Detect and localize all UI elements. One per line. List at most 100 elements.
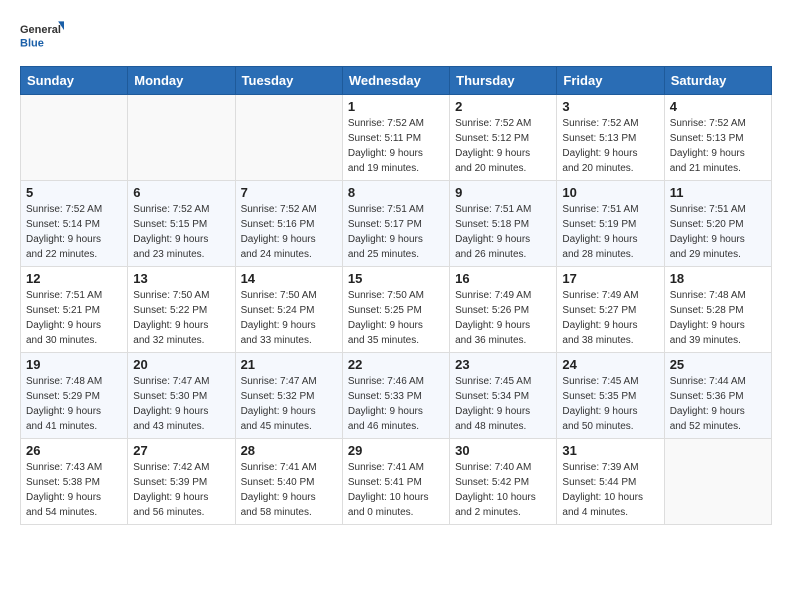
day-number: 25 bbox=[670, 357, 766, 372]
day-number: 26 bbox=[26, 443, 122, 458]
day-cell: 11Sunrise: 7:51 AMSunset: 5:20 PMDayligh… bbox=[664, 181, 771, 267]
day-cell: 5 Sunrise: 7:52 AMSunset: 5:14 PMDaylight… bbox=[21, 181, 128, 267]
weekday-header-friday: Friday bbox=[557, 67, 664, 95]
day-info: Sunrise: 7:42 AMSunset: 5:39 PMDaylight:… bbox=[133, 460, 229, 520]
day-cell: 12Sunrise: 7:51 AMSunset: 5:21 PMDayligh… bbox=[21, 267, 128, 353]
day-number: 3 bbox=[562, 99, 658, 114]
day-cell: 26 Sunrise: 7:43 AMSunset: 5:38 PMDayligh… bbox=[21, 439, 128, 525]
day-info: Sunrise: 7:51 AMSunset: 5:21 PMDaylight:… bbox=[26, 288, 122, 348]
weekday-header-sunday: Sunday bbox=[21, 67, 128, 95]
day-cell: 2Sunrise: 7:52 AMSunset: 5:12 PMDaylight… bbox=[450, 95, 557, 181]
day-info: Sunrise: 7:52 AMSunset: 5:16 PMDaylight:… bbox=[241, 202, 337, 262]
day-cell: 8 Sunrise: 7:51 AMSunset: 5:17 PMDaylight… bbox=[342, 181, 449, 267]
day-info: Sunrise: 7:52 AMSunset: 5:13 PMDaylight:… bbox=[562, 116, 658, 176]
day-cell: 19 Sunrise: 7:48 AMSunset: 5:29 PMDayligh… bbox=[21, 353, 128, 439]
day-info: Sunrise: 7:51 AMSunset: 5:20 PMDaylight:… bbox=[670, 202, 766, 262]
day-number: 10 bbox=[562, 185, 658, 200]
day-number: 21 bbox=[241, 357, 337, 372]
day-number: 24 bbox=[562, 357, 658, 372]
day-info: Sunrise: 7:40 AMSunset: 5:42 PMDaylight:… bbox=[455, 460, 551, 520]
day-info: Sunrise: 7:51 AMSunset: 5:18 PMDaylight:… bbox=[455, 202, 551, 262]
day-number: 7 bbox=[241, 185, 337, 200]
svg-text:Blue: Blue bbox=[20, 37, 44, 49]
weekday-header-tuesday: Tuesday bbox=[235, 67, 342, 95]
day-cell bbox=[664, 439, 771, 525]
day-number: 22 bbox=[348, 357, 444, 372]
day-cell: 25 Sunrise: 7:44 AMSunset: 5:36 PMDayligh… bbox=[664, 353, 771, 439]
svg-text:General: General bbox=[20, 24, 61, 36]
logo-svg: General Blue bbox=[20, 16, 64, 56]
day-cell: 27 Sunrise: 7:42 AMSunset: 5:39 PMDayligh… bbox=[128, 439, 235, 525]
day-info: Sunrise: 7:39 AMSunset: 5:44 PMDaylight:… bbox=[562, 460, 658, 520]
day-number: 14 bbox=[241, 271, 337, 286]
page-header: General Blue bbox=[20, 16, 772, 56]
day-info: Sunrise: 7:41 AMSunset: 5:40 PMDaylight:… bbox=[241, 460, 337, 520]
day-cell: 22 Sunrise: 7:46 AMSunset: 5:33 PMDayligh… bbox=[342, 353, 449, 439]
day-cell: 14Sunrise: 7:50 AMSunset: 5:24 PMDayligh… bbox=[235, 267, 342, 353]
day-cell: 31 Sunrise: 7:39 AMSunset: 5:44 PMDayligh… bbox=[557, 439, 664, 525]
day-info: Sunrise: 7:46 AMSunset: 5:33 PMDaylight:… bbox=[348, 374, 444, 434]
day-info: Sunrise: 7:52 AMSunset: 5:12 PMDaylight:… bbox=[455, 116, 551, 176]
day-cell bbox=[128, 95, 235, 181]
day-cell: 15 Sunrise: 7:50 AMSunset: 5:25 PMDayligh… bbox=[342, 267, 449, 353]
day-number: 13 bbox=[133, 271, 229, 286]
day-info: Sunrise: 7:48 AMSunset: 5:28 PMDaylight:… bbox=[670, 288, 766, 348]
day-number: 27 bbox=[133, 443, 229, 458]
day-number: 18 bbox=[670, 271, 766, 286]
day-number: 15 bbox=[348, 271, 444, 286]
day-cell: 29Sunrise: 7:41 AMSunset: 5:41 PMDayligh… bbox=[342, 439, 449, 525]
day-number: 31 bbox=[562, 443, 658, 458]
day-info: Sunrise: 7:49 AMSunset: 5:27 PMDaylight:… bbox=[562, 288, 658, 348]
week-row-4: 19 Sunrise: 7:48 AMSunset: 5:29 PMDayligh… bbox=[21, 353, 772, 439]
day-cell: 30Sunrise: 7:40 AMSunset: 5:42 PMDayligh… bbox=[450, 439, 557, 525]
weekday-header-row: SundayMondayTuesdayWednesdayThursdayFrid… bbox=[21, 67, 772, 95]
day-info: Sunrise: 7:47 AMSunset: 5:32 PMDaylight:… bbox=[241, 374, 337, 434]
day-number: 19 bbox=[26, 357, 122, 372]
logo: General Blue bbox=[20, 16, 64, 56]
day-cell: 23Sunrise: 7:45 AMSunset: 5:34 PMDayligh… bbox=[450, 353, 557, 439]
day-cell: 3 Sunrise: 7:52 AMSunset: 5:13 PMDaylight… bbox=[557, 95, 664, 181]
day-info: Sunrise: 7:52 AMSunset: 5:13 PMDaylight:… bbox=[670, 116, 766, 176]
day-cell: 17 Sunrise: 7:49 AMSunset: 5:27 PMDayligh… bbox=[557, 267, 664, 353]
day-info: Sunrise: 7:45 AMSunset: 5:34 PMDaylight:… bbox=[455, 374, 551, 434]
weekday-header-saturday: Saturday bbox=[664, 67, 771, 95]
day-cell: 7 Sunrise: 7:52 AMSunset: 5:16 PMDaylight… bbox=[235, 181, 342, 267]
day-number: 28 bbox=[241, 443, 337, 458]
day-info: Sunrise: 7:47 AMSunset: 5:30 PMDaylight:… bbox=[133, 374, 229, 434]
day-info: Sunrise: 7:50 AMSunset: 5:22 PMDaylight:… bbox=[133, 288, 229, 348]
day-info: Sunrise: 7:45 AMSunset: 5:35 PMDaylight:… bbox=[562, 374, 658, 434]
day-info: Sunrise: 7:52 AMSunset: 5:15 PMDaylight:… bbox=[133, 202, 229, 262]
day-cell: 9 Sunrise: 7:51 AMSunset: 5:18 PMDaylight… bbox=[450, 181, 557, 267]
day-cell: 21 Sunrise: 7:47 AMSunset: 5:32 PMDayligh… bbox=[235, 353, 342, 439]
weekday-header-wednesday: Wednesday bbox=[342, 67, 449, 95]
weekday-header-monday: Monday bbox=[128, 67, 235, 95]
day-number: 17 bbox=[562, 271, 658, 286]
day-number: 8 bbox=[348, 185, 444, 200]
calendar-table: SundayMondayTuesdayWednesdayThursdayFrid… bbox=[20, 66, 772, 525]
week-row-2: 5 Sunrise: 7:52 AMSunset: 5:14 PMDaylight… bbox=[21, 181, 772, 267]
day-info: Sunrise: 7:41 AMSunset: 5:41 PMDaylight:… bbox=[348, 460, 444, 520]
day-cell: 13 Sunrise: 7:50 AMSunset: 5:22 PMDayligh… bbox=[128, 267, 235, 353]
day-cell: 16Sunrise: 7:49 AMSunset: 5:26 PMDayligh… bbox=[450, 267, 557, 353]
day-cell bbox=[21, 95, 128, 181]
day-cell: 24 Sunrise: 7:45 AMSunset: 5:35 PMDayligh… bbox=[557, 353, 664, 439]
day-number: 1 bbox=[348, 99, 444, 114]
day-info: Sunrise: 7:48 AMSunset: 5:29 PMDaylight:… bbox=[26, 374, 122, 434]
day-number: 9 bbox=[455, 185, 551, 200]
day-cell: 6Sunrise: 7:52 AMSunset: 5:15 PMDaylight… bbox=[128, 181, 235, 267]
day-cell bbox=[235, 95, 342, 181]
day-cell: 10Sunrise: 7:51 AMSunset: 5:19 PMDayligh… bbox=[557, 181, 664, 267]
day-cell: 1 Sunrise: 7:52 AMSunset: 5:11 PMDaylight… bbox=[342, 95, 449, 181]
day-info: Sunrise: 7:43 AMSunset: 5:38 PMDaylight:… bbox=[26, 460, 122, 520]
day-info: Sunrise: 7:44 AMSunset: 5:36 PMDaylight:… bbox=[670, 374, 766, 434]
day-cell: 4 Sunrise: 7:52 AMSunset: 5:13 PMDaylight… bbox=[664, 95, 771, 181]
weekday-header-thursday: Thursday bbox=[450, 67, 557, 95]
day-number: 20 bbox=[133, 357, 229, 372]
day-info: Sunrise: 7:50 AMSunset: 5:25 PMDaylight:… bbox=[348, 288, 444, 348]
day-info: Sunrise: 7:52 AMSunset: 5:14 PMDaylight:… bbox=[26, 202, 122, 262]
day-info: Sunrise: 7:52 AMSunset: 5:11 PMDaylight:… bbox=[348, 116, 444, 176]
day-number: 4 bbox=[670, 99, 766, 114]
day-number: 5 bbox=[26, 185, 122, 200]
calendar-page: General Blue SundayMondayTuesdayWednesda… bbox=[0, 0, 792, 545]
day-info: Sunrise: 7:51 AMSunset: 5:17 PMDaylight:… bbox=[348, 202, 444, 262]
